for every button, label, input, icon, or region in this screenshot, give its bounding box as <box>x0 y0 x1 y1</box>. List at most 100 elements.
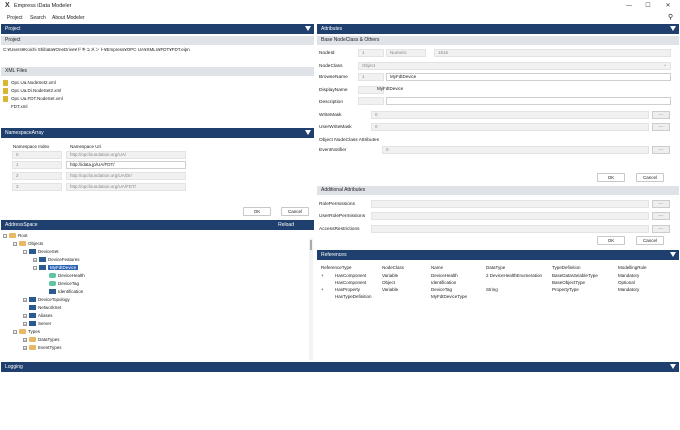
menu-search[interactable]: Search <box>30 15 46 21</box>
xml-file-item[interactable]: Opc.Ua.FDT.NodeSet.xml <box>3 95 63 103</box>
rolepermissions-label: RolePermissions <box>319 202 355 207</box>
additional-attributes-section: Additional Attributes <box>317 186 679 195</box>
tree-node[interactable]: - Types <box>3 328 308 336</box>
tree-node[interactable]: Identification <box>3 288 308 296</box>
tree-node[interactable]: DeviceHealth <box>3 272 308 280</box>
displayname-input[interactable]: MyFdtDevice <box>374 86 671 94</box>
nodeclass-select: Object <box>358 62 671 70</box>
variable-icon <box>49 281 56 287</box>
app-logo: X <box>5 2 10 9</box>
additional-ok-button[interactable]: OK <box>597 236 625 245</box>
rolepermissions-field <box>371 200 649 208</box>
displayname-label: DisplayName <box>319 88 348 93</box>
xml-file-item[interactable]: Opc.Ua.Di.NodeSet2.xml <box>3 87 63 95</box>
ns-index-field: 0 <box>12 151 62 159</box>
additional-cancel-button[interactable]: Cancel <box>636 236 664 245</box>
reload-button[interactable]: Reload <box>278 220 294 230</box>
browsename-input[interactable]: MyFdtDevice <box>386 73 671 81</box>
address-tree: - Root - Objects - DeviceSet + DeviceFeature… <box>3 232 308 352</box>
ns-uri-field: http://opcfoundation.org/UA/ <box>66 151 186 159</box>
userwritemask-edit-button[interactable]: ... <box>652 123 670 131</box>
table-row[interactable]: + HasComponent Variable DeviceHealth 2 D… <box>319 273 677 280</box>
references-panel-header[interactable]: References <box>317 250 679 260</box>
writemask-field: 0 <box>371 111 649 119</box>
tree-node[interactable]: - Objects <box>3 240 308 248</box>
lock-icon <box>3 79 8 86</box>
base-nodeclass-section: Base NodeClass & Others <box>317 36 679 45</box>
collapse-icon[interactable] <box>670 364 676 369</box>
collapse-icon[interactable] <box>305 130 311 135</box>
refs-col-name[interactable]: Name <box>431 265 443 270</box>
ns-index-field: 1 <box>12 161 62 169</box>
browsename-ns-field: 1 <box>358 73 384 81</box>
project-section: Project <box>1 36 314 45</box>
project-path: C:¥Users¥Koichi Shibata¥OneDrive¥ドキュメント¥… <box>3 47 190 52</box>
folder-icon <box>9 233 16 239</box>
maximize-icon[interactable]: ☐ <box>643 1 653 11</box>
writemask-edit-button[interactable]: ... <box>652 111 670 119</box>
table-row[interactable]: HasComponent Object Identification BaseO… <box>319 280 677 287</box>
xml-file-item[interactable]: Opc.Ua.NodeSet2.xml <box>3 79 63 87</box>
table-row[interactable]: + HasProperty Variable DeviceTag String … <box>319 287 677 294</box>
object-icon <box>29 297 36 303</box>
userrolepermissions-field <box>371 212 649 220</box>
nodeclass-label: NodeClass <box>319 64 343 69</box>
tree-node[interactable]: + DeviceFeatures <box>3 256 308 264</box>
ns-ok-button[interactable]: OK <box>243 207 271 216</box>
tree-scrollbar[interactable] <box>309 238 313 360</box>
tree-node[interactable]: - Root <box>3 232 308 240</box>
attr-ok-button[interactable]: OK <box>597 173 625 182</box>
ns-uri-input[interactable]: http://idata.jp/UA/FDT/ <box>66 161 186 169</box>
refs-col-referencetype[interactable]: ReferenceType <box>321 265 352 270</box>
menu-project[interactable]: Project <box>7 15 23 21</box>
tree-node[interactable]: NetworkSet <box>3 304 308 312</box>
minimize-icon[interactable]: — <box>624 1 634 11</box>
object-icon <box>29 249 36 255</box>
table-row[interactable]: HasTypeDefinition MyFdtDeviceType <box>319 294 677 301</box>
window-title: Empress iData Modeler <box>14 3 72 9</box>
logging-panel-header[interactable]: Logging <box>1 362 679 372</box>
tree-node[interactable]: + DataTypes <box>3 336 308 344</box>
ns-uri-field: http://opcfoundation.org/UA/FDT/ <box>66 183 186 191</box>
rolepermissions-edit-button[interactable]: ... <box>652 200 670 208</box>
accessrestrictions-edit-button[interactable]: ... <box>652 225 670 233</box>
folder-icon <box>19 329 26 335</box>
ns-index-header: Namespace Index <box>13 144 50 149</box>
close-icon[interactable]: ✕ <box>663 1 673 11</box>
eventnotifier-edit-button[interactable]: ... <box>652 146 670 154</box>
object-icon <box>49 289 56 295</box>
tree-node[interactable]: + DeviceTopology <box>3 296 308 304</box>
xml-file-item[interactable]: FDT.xml <box>3 103 63 111</box>
refs-col-nodeclass[interactable]: NodeClass <box>382 265 404 270</box>
attr-cancel-button[interactable]: Cancel <box>636 173 664 182</box>
tree-node[interactable]: - DeviceSet <box>3 248 308 256</box>
ns-cancel-button[interactable]: Cancel <box>281 207 309 216</box>
userwritemask-label: UserWriteMask <box>319 125 352 130</box>
tree-node[interactable]: + Aliases <box>3 312 308 320</box>
nodeid-value-field: 1616 <box>434 49 671 57</box>
writemask-label: WriteMask <box>319 113 342 118</box>
ns-uri-field: http://opcfoundation.org/UA/DI/ <box>66 172 186 180</box>
search-icon[interactable]: ⚲ <box>668 13 673 21</box>
eventnotifier-label: EventNotifier <box>319 148 347 153</box>
refs-col-typedefinition[interactable]: TypeDefinition <box>552 265 581 270</box>
project-panel-header[interactable]: Project <box>1 24 314 34</box>
menu-about[interactable]: About Modeler <box>52 15 85 21</box>
collapse-icon[interactable] <box>305 26 311 31</box>
refs-col-modellingrule[interactable]: ModellingRule <box>618 265 647 270</box>
object-nodeclass-section: Object NodeClass Attributes <box>319 138 379 143</box>
userrolepermissions-edit-button[interactable]: ... <box>652 212 670 220</box>
userrolepermissions-label: UserRolePermissions <box>319 214 366 219</box>
namespace-panel-header[interactable]: NamespaceArray <box>1 128 314 138</box>
xml-files-section: XML Files <box>1 67 314 76</box>
attributes-panel-header[interactable]: Attributes <box>317 24 679 34</box>
collapse-icon[interactable] <box>670 26 676 31</box>
folder-icon <box>29 337 36 343</box>
tree-node[interactable]: DeviceTag <box>3 280 308 288</box>
description-input[interactable] <box>386 97 671 105</box>
tree-node[interactable]: + Server <box>3 320 308 328</box>
collapse-icon[interactable] <box>670 252 676 257</box>
refs-col-datatype[interactable]: DataType <box>486 265 505 270</box>
tree-node[interactable]: + EventTypes <box>3 344 308 352</box>
tree-node-selected[interactable]: - MyFdtDevice <box>3 264 308 272</box>
